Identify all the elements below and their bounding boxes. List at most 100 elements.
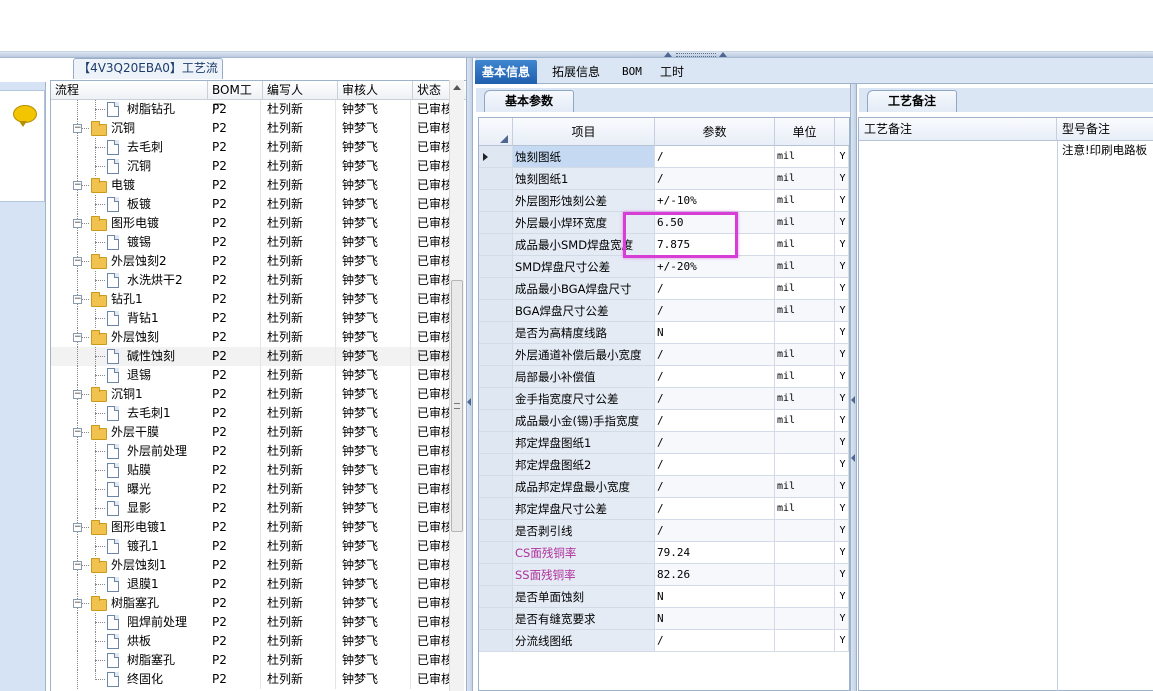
tree-node[interactable]: 退锡	[51, 366, 206, 385]
tree-row[interactable]: − 图形电镀1 P2 杜列新 钟梦飞 已审核	[51, 518, 451, 537]
tree-row[interactable]: 树脂钻孔 P2 杜列新 钟梦飞 已审核	[51, 100, 451, 119]
scroll-up-icon[interactable]	[453, 85, 461, 90]
row-selector[interactable]	[479, 212, 513, 234]
row-selector[interactable]	[479, 608, 513, 630]
param-value-cell[interactable]: /	[655, 388, 775, 410]
grid-row[interactable]: 是否剥引线 / Y	[479, 520, 849, 542]
grid-row[interactable]: 外层通道补偿后最小宽度 / mil Y	[479, 344, 849, 366]
param-value-cell[interactable]: /	[655, 168, 775, 190]
tree-node[interactable]: − 外层蚀刻	[51, 328, 206, 347]
param-value-cell[interactable]: /	[655, 344, 775, 366]
tree-vertical-scrollbar[interactable]	[449, 80, 464, 691]
param-value-cell[interactable]: /	[655, 454, 775, 476]
row-selector[interactable]	[479, 388, 513, 410]
row-selector[interactable]	[479, 190, 513, 212]
col-header-process-note[interactable]: 工艺备注	[859, 118, 1057, 141]
model-note-cell[interactable]: 注意!印刷电路板	[1058, 141, 1153, 160]
tree-row[interactable]: 显影 P2 杜列新 钟梦飞 已审核	[51, 499, 451, 518]
vertical-splitter-right[interactable]	[850, 84, 857, 691]
param-value-cell[interactable]: N	[655, 322, 775, 344]
tree-row[interactable]: 退膜1 P2 杜列新 钟梦飞 已审核	[51, 575, 451, 594]
tree-node[interactable]: 镀孔1	[51, 537, 206, 556]
tree-node[interactable]: − 沉铜	[51, 119, 206, 138]
tree-row[interactable]: − 钻孔1 P2 杜列新 钟梦飞 已审核	[51, 290, 451, 309]
chat-bubble-icon[interactable]	[13, 105, 37, 127]
tree-tab[interactable]: 【4V3Q20EBA0】工艺流程	[73, 58, 223, 94]
grid-row[interactable]: 是否为高精度线路 N Y	[479, 322, 849, 344]
tree-row[interactable]: 烘板 P2 杜列新 钟梦飞 已审核	[51, 632, 451, 651]
tree-row[interactable]: 去毛刺1 P2 杜列新 钟梦飞 已审核	[51, 404, 451, 423]
grid-row[interactable]: SS面残铜率 82.26 Y	[479, 564, 849, 586]
tree-row[interactable]: − 外层干膜 P2 杜列新 钟梦飞 已审核	[51, 423, 451, 442]
tree-node[interactable]: 镀锡	[51, 233, 206, 252]
tree-node[interactable]: 贴膜	[51, 461, 206, 480]
tree-node[interactable]: − 沉铜1	[51, 385, 206, 404]
tree-row[interactable]: − 沉铜 P2 杜列新 钟梦飞 已审核	[51, 119, 451, 138]
tree-node[interactable]: 曝光	[51, 480, 206, 499]
row-selector[interactable]	[479, 300, 513, 322]
row-selector[interactable]	[479, 586, 513, 608]
grid-row[interactable]: 蚀刻图纸 / mil Y	[479, 146, 849, 168]
collapse-toggle-icon[interactable]: −	[73, 523, 82, 532]
tree-row[interactable]: 退锡 P2 杜列新 钟梦飞 已审核	[51, 366, 451, 385]
grid-row[interactable]: 成品最小金(锡)手指宽度 / mil Y	[479, 410, 849, 432]
row-selector[interactable]	[479, 146, 513, 168]
grid-row[interactable]: 邦定焊盘图纸1/ Y	[479, 432, 849, 454]
row-selector[interactable]	[479, 322, 513, 344]
tree-node[interactable]: − 外层蚀刻2	[51, 252, 206, 271]
grid-row[interactable]: 金手指宽度尺寸公差 / mil Y	[479, 388, 849, 410]
row-selector[interactable]	[479, 498, 513, 520]
tab-process-notes[interactable]: 工艺备注	[867, 90, 957, 112]
collapse-up-arrow-icon[interactable]	[719, 52, 727, 57]
col-header-value[interactable]: 参数	[655, 118, 775, 146]
grid-row[interactable]: 成品最小BGA焊盘尺寸 / mil Y	[479, 278, 849, 300]
tree-node[interactable]: 树脂塞孔	[51, 651, 206, 670]
grid-row[interactable]: CS面残铜率 79.24 Y	[479, 542, 849, 564]
tab-work-hours[interactable]: 工时	[653, 60, 691, 84]
tree-row[interactable]: 阻焊前处理 P2 杜列新 钟梦飞 已审核	[51, 613, 451, 632]
tree-row[interactable]: − 沉铜1 P2 杜列新 钟梦飞 已审核	[51, 385, 451, 404]
param-value-cell[interactable]: /	[655, 366, 775, 388]
tree-row[interactable]: 终固化 P2 杜列新 钟梦飞 已审核	[51, 670, 451, 689]
tree-node[interactable]: 背钻1	[51, 309, 206, 328]
row-selector[interactable]	[479, 564, 513, 586]
tree-row[interactable]: 贴膜 P2 杜列新 钟梦飞 已审核	[51, 461, 451, 480]
tree-row[interactable]: 镀孔1 P2 杜列新 钟梦飞 已审核	[51, 537, 451, 556]
row-selector[interactable]	[479, 630, 513, 652]
collapse-toggle-icon[interactable]: −	[73, 599, 82, 608]
col-header-flag[interactable]	[835, 118, 849, 146]
tree-row[interactable]: 曝光 P2 杜列新 钟梦飞 已审核	[51, 480, 451, 499]
param-value-cell[interactable]: +/-10%	[655, 190, 775, 212]
param-value-cell[interactable]: /	[655, 498, 775, 520]
row-selector[interactable]	[479, 410, 513, 432]
param-value-cell[interactable]: N	[655, 608, 775, 630]
row-selector[interactable]	[479, 520, 513, 542]
grid-row[interactable]: 是否有缝宽要求 N Y	[479, 608, 849, 630]
param-value-cell[interactable]: /	[655, 300, 775, 322]
grid-row[interactable]: SMD焊盘尺寸公差 +/-20% mil Y	[479, 256, 849, 278]
param-value-cell[interactable]: /	[655, 476, 775, 498]
grid-corner[interactable]	[479, 118, 513, 146]
tree-row[interactable]: 镀锡 P2 杜列新 钟梦飞 已审核	[51, 233, 451, 252]
tree-node[interactable]: − 外层蚀刻1	[51, 556, 206, 575]
param-value-cell[interactable]: /	[655, 278, 775, 300]
grid-row[interactable]: 局部最小补偿值 / mil Y	[479, 366, 849, 388]
tree-node[interactable]: − 外层干膜	[51, 423, 206, 442]
col-header-reviewer[interactable]: 审核人	[338, 81, 413, 100]
tree-node[interactable]: 板镀	[51, 195, 206, 214]
tree-node[interactable]: − 电镀	[51, 176, 206, 195]
row-selector[interactable]	[479, 454, 513, 476]
param-value-cell[interactable]: /	[655, 432, 775, 454]
tree-row[interactable]: 树脂塞孔 P2 杜列新 钟梦飞 已审核	[51, 651, 451, 670]
tree-node[interactable]: − 图形电镀1	[51, 518, 206, 537]
grid-row[interactable]: 蚀刻图纸1/mil Y	[479, 168, 849, 190]
tab-basic-params[interactable]: 基本参数	[484, 90, 574, 112]
tree-node[interactable]: 去毛刺1	[51, 404, 206, 423]
param-value-cell[interactable]: N	[655, 586, 775, 608]
collapse-toggle-icon[interactable]: −	[73, 561, 82, 570]
grid-row[interactable]: 分流线图纸 / Y	[479, 630, 849, 652]
tree-node[interactable]: 水洗烘干2	[51, 271, 206, 290]
row-selector[interactable]	[479, 366, 513, 388]
collapse-toggle-icon[interactable]: −	[73, 428, 82, 437]
collapse-toggle-icon[interactable]: −	[73, 219, 82, 228]
